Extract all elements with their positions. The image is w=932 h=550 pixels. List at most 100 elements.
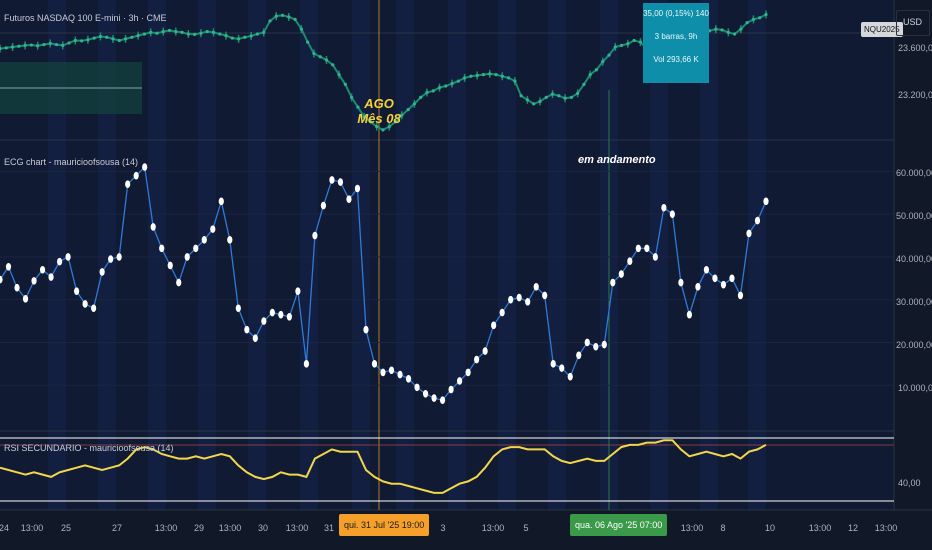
ecg-point (133, 171, 139, 180)
ecg-point (65, 253, 71, 261)
price-point (406, 107, 410, 112)
price-point (17, 44, 21, 48)
price-point (318, 55, 322, 59)
ecg-point (439, 396, 446, 405)
time-label: 13:00 (874, 523, 898, 533)
ecg-point (499, 308, 505, 317)
ecg-point (193, 244, 199, 253)
price-point (638, 40, 643, 44)
price-point (10, 45, 15, 49)
price-point (324, 58, 329, 62)
price-point (431, 89, 435, 93)
ecg-point (99, 268, 105, 276)
ecg-point (686, 310, 693, 319)
ecg-point (244, 325, 250, 334)
price-point (626, 42, 630, 46)
ecg-point (482, 347, 488, 355)
ecg-point (635, 244, 641, 253)
ecg-point (39, 265, 46, 274)
ecg-point (525, 298, 531, 306)
price-point (67, 41, 71, 45)
ecg-point (14, 283, 20, 292)
price-point (444, 84, 448, 88)
ecg-point (167, 261, 173, 270)
month-annotation: AGO Mês 08 (352, 96, 406, 126)
ecg-price-label: 50.000,00 (896, 211, 932, 221)
price-point (36, 44, 40, 48)
ecg-point (31, 277, 37, 285)
chart-canvas[interactable] (0, 0, 932, 550)
price-point (4, 46, 8, 50)
ecg-point (184, 253, 190, 261)
price-point (48, 41, 52, 46)
price-point (23, 43, 27, 47)
ecg-price-label: 60.000,00 (896, 168, 932, 178)
price-point (519, 94, 523, 98)
ecg-point (559, 364, 565, 372)
time-label: 13:00 (481, 523, 505, 533)
tooltip-change: 35,00 (0,15%) 140 (643, 9, 709, 18)
currency-button[interactable]: USD (896, 10, 930, 36)
price-point (80, 39, 84, 43)
ecg-point (346, 195, 352, 203)
price-point (463, 76, 467, 80)
ecg-point (210, 225, 216, 233)
crosshair-date-1: qui. 31 Jul '25 19:00 (339, 514, 430, 536)
ecg-point (48, 273, 54, 281)
price-point (280, 13, 285, 17)
price-point (525, 98, 530, 102)
ecg-point (669, 210, 675, 218)
ecg-point (414, 383, 420, 392)
tooltip-bars: 3 barras, 9h (654, 32, 698, 41)
price-point (174, 29, 178, 34)
price-point (268, 19, 272, 23)
ecg-point (227, 236, 233, 244)
ecg-point (388, 366, 395, 375)
price-point (412, 102, 416, 106)
ecg-point (363, 325, 369, 334)
price-point (607, 53, 611, 57)
ecg-point (627, 257, 633, 266)
price-point (456, 79, 460, 83)
price-point (29, 43, 33, 47)
ecg-point (176, 278, 182, 287)
in-progress-note: em andamento (578, 154, 656, 166)
ecg-point (108, 255, 114, 263)
time-label: 13:00 (680, 523, 704, 533)
ecg-point (610, 278, 616, 287)
price-point (306, 40, 310, 44)
ecg-point (567, 372, 573, 381)
ecg-point (448, 385, 454, 394)
time-label: 8 (720, 523, 726, 533)
price-point (739, 27, 743, 31)
price-point (594, 68, 599, 72)
time-label: 5 (523, 523, 529, 533)
ecg-point (474, 355, 480, 364)
time-label: 24 (0, 523, 10, 533)
ecg-point (678, 278, 684, 287)
price-point (758, 16, 762, 20)
price-point (249, 34, 253, 38)
ecg-point (329, 176, 335, 184)
ecg-point (576, 351, 582, 360)
price-point (299, 27, 303, 31)
price-point (475, 73, 479, 78)
ecg-point (737, 291, 744, 300)
price-point (312, 51, 316, 56)
month-annotation-line1: AGO (364, 96, 394, 111)
ecg-point (354, 184, 361, 193)
ecg-point (286, 313, 292, 321)
price-point (161, 29, 165, 34)
ecg-point (703, 265, 710, 274)
range-tooltip: 35,00 (0,15%) 140 3 barras, 9h Vol 293,6… (643, 3, 709, 83)
ecg-point (584, 338, 590, 347)
ecg-point (252, 334, 258, 342)
ecg-point (82, 300, 88, 308)
ecg-point (746, 229, 752, 238)
price-point (230, 36, 234, 40)
price-point (54, 42, 59, 47)
price-point (218, 32, 222, 36)
price-point (720, 28, 724, 32)
chart-root[interactable]: Futuros NASDAQ 100 E-mini · 3h · CME NQU… (0, 0, 932, 550)
ecg-point (91, 304, 97, 313)
